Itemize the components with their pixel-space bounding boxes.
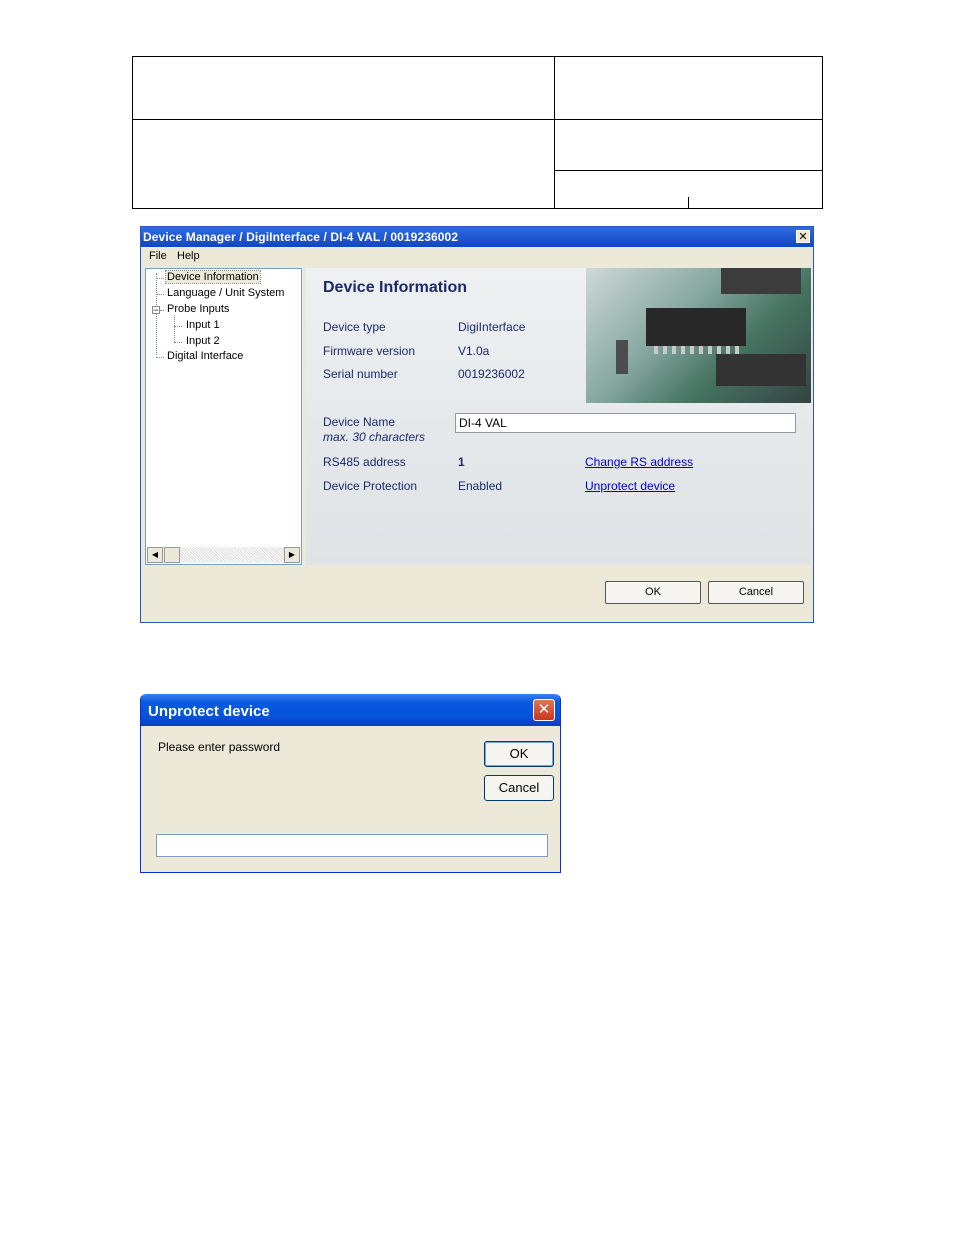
table-divider [688,197,689,208]
cancel-button[interactable]: Cancel [708,581,804,604]
firmware-value: V1.0a [458,344,490,358]
scroll-left-icon[interactable]: ◀ [147,547,163,563]
table-divider [554,170,822,171]
serial-label: Serial number [323,367,398,381]
tree-connector [156,357,164,358]
device-type-label: Device type [323,320,386,334]
tree-connector [174,326,182,327]
device-type-value: DigiInterface [458,320,526,334]
table-divider [133,119,822,120]
tree-connector [174,315,175,342]
device-name-label: Device Name [323,415,396,429]
circuit-board-image [586,268,811,403]
close-icon[interactable]: ✕ [796,230,810,243]
tree-item-device-information[interactable]: Device Information [165,270,261,284]
menu-bar: File Help [141,247,813,265]
ok-button[interactable]: OK [605,581,701,604]
change-rs-address-link[interactable]: Change RS address [585,455,693,469]
tree-connector [174,342,182,343]
dialog-titlebar[interactable]: Unprotect device ✕ [141,694,560,726]
scroll-track[interactable] [180,548,284,562]
menu-file[interactable]: File [149,250,167,262]
tree-item-digital-interface[interactable]: Digital Interface [167,350,243,362]
collapse-icon[interactable]: − [152,306,160,315]
rs485-label: RS485 address [323,455,406,469]
window-titlebar[interactable]: Device Manager / DigiInterface / DI-4 VA… [141,227,813,247]
password-input[interactable] [156,834,548,857]
dialog-title: Unprotect device [148,703,270,720]
panel-title: Device Information [323,279,468,296]
dialog-cancel-button[interactable]: Cancel [484,775,554,801]
device-name-input[interactable]: DI-4 VAL [455,413,796,433]
chip-shape [646,308,746,346]
scroll-right-icon[interactable]: ▶ [284,547,300,563]
password-prompt: Please enter password [158,740,281,754]
tree-item-probe-inputs[interactable]: Probe Inputs [167,303,229,315]
menu-help[interactable]: Help [177,250,200,262]
navigation-tree: − Device Information Language / Unit Sys… [145,268,302,565]
window-title: Device Manager / DigiInterface / DI-4 VA… [143,230,459,244]
scroll-thumb[interactable] [164,547,180,563]
device-protection-value: Enabled [458,479,503,493]
serial-value: 0019236002 [458,367,525,381]
tree-connector [156,278,164,279]
tree-item-input-2[interactable]: Input 2 [186,335,220,347]
device-name-hint: max. 30 characters [323,430,426,444]
close-icon[interactable]: ✕ [533,699,555,721]
tree-connector [156,294,164,295]
tree-item-language-unit-system[interactable]: Language / Unit System [167,287,284,299]
firmware-label: Firmware version [323,344,416,358]
connector-shape [721,268,801,294]
tree-item-input-1[interactable]: Input 1 [186,319,220,331]
rs485-value: 1 [458,455,465,469]
header-table [132,56,823,209]
tree-connector [160,310,164,311]
device-manager-window: Device Manager / DigiInterface / DI-4 VA… [140,226,814,623]
chip-pins [654,346,744,354]
table-divider [554,57,555,208]
unprotect-device-link[interactable]: Unprotect device [585,479,675,493]
unprotect-dialog: Unprotect device ✕ Please enter password… [140,694,561,873]
dialog-ok-button[interactable]: OK [484,741,554,767]
device-protection-label: Device Protection [323,479,418,493]
chip-shape [716,354,806,386]
capacitor-shape [616,340,628,374]
horizontal-scrollbar[interactable]: ◀ ▶ [147,547,300,563]
device-info-panel: Device Information Device type DigiInter… [306,268,811,565]
